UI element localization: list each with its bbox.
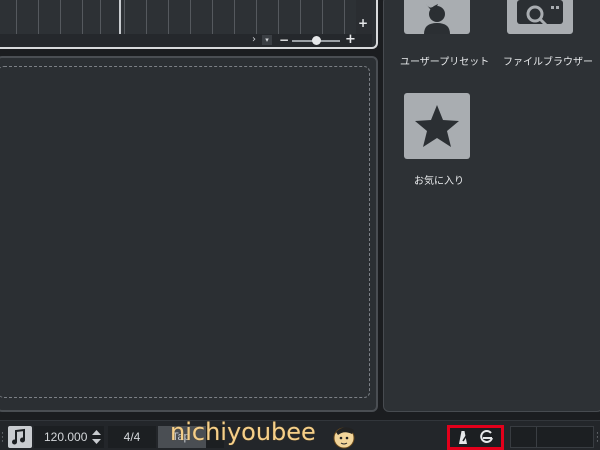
grid-line xyxy=(344,0,345,34)
tile-label: ファイルブラウザー xyxy=(503,57,593,68)
tempo-spinner-icon[interactable] xyxy=(92,430,101,444)
grid-line xyxy=(212,0,213,34)
tile-label: ユーザープリセット xyxy=(400,57,490,68)
editor-panel[interactable] xyxy=(0,56,378,412)
watermark-mascot-icon xyxy=(333,427,355,449)
tempo-track-icon xyxy=(12,428,25,445)
zoom-presets-icon[interactable]: ▾ xyxy=(262,35,272,45)
click-settings-icon[interactable] xyxy=(479,429,495,445)
grid-line xyxy=(124,0,125,34)
user-preset-tile[interactable] xyxy=(404,0,470,34)
star-icon xyxy=(415,105,459,147)
file-browser-tile[interactable] xyxy=(507,0,573,34)
grip-handle-icon[interactable]: · · · xyxy=(596,430,599,447)
grid-line xyxy=(190,0,191,34)
watermark-text: nichiyoubee xyxy=(170,418,316,446)
time-signature-field[interactable]: 4/4 xyxy=(108,426,156,448)
grid-line xyxy=(278,0,279,34)
grid-line xyxy=(100,0,101,34)
project-cursor[interactable] xyxy=(119,0,121,34)
grid-line xyxy=(234,0,235,34)
grid-line xyxy=(16,0,17,34)
file-browser-icon xyxy=(517,0,563,27)
favorites-tile[interactable] xyxy=(404,93,470,159)
grid-line xyxy=(146,0,147,34)
grid-line xyxy=(322,0,323,34)
grid-line xyxy=(256,0,257,34)
add-track-icon[interactable]: + xyxy=(358,17,368,29)
drop-zone[interactable] xyxy=(0,66,370,398)
grip-handle-icon[interactable]: · · · xyxy=(1,430,4,447)
tempo-mode-button[interactable] xyxy=(8,426,32,448)
grid-line xyxy=(82,0,83,34)
scroll-right-icon[interactable]: › xyxy=(248,34,260,46)
user-preset-icon xyxy=(424,4,450,34)
zoom-slider-handle[interactable] xyxy=(312,36,321,45)
timeline-grid[interactable] xyxy=(0,0,356,34)
zoom-out-button[interactable]: − xyxy=(279,33,289,47)
time-display[interactable] xyxy=(510,426,594,448)
grid-line xyxy=(38,0,39,34)
zoom-in-button[interactable]: + xyxy=(345,32,356,47)
divider xyxy=(536,427,537,447)
grid-line xyxy=(60,0,61,34)
grid-line xyxy=(168,0,169,34)
tile-label: お気に入り xyxy=(414,176,464,187)
timeline-overview[interactable]: + › ▾ − + xyxy=(0,0,378,49)
grid-line xyxy=(300,0,301,34)
metronome-icon[interactable] xyxy=(455,429,471,445)
